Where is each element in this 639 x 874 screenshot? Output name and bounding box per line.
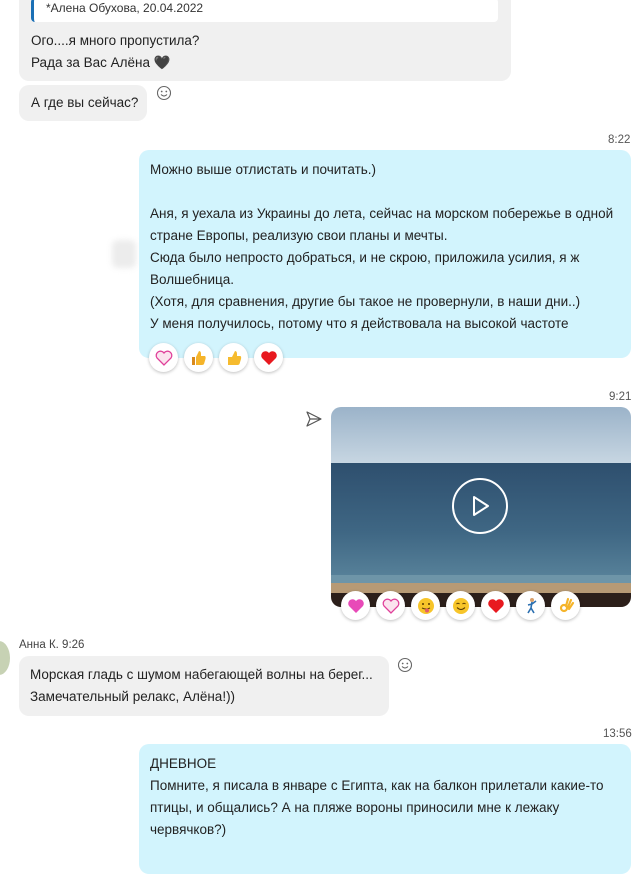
play-button[interactable]	[452, 478, 508, 534]
message-text-line: Волшебница.	[150, 272, 234, 287]
video-message[interactable]	[331, 407, 631, 607]
incoming-message-bubble[interactable]: Морская гладь с шумом набегающей волны н…	[19, 656, 389, 716]
author-and-time: Анна К. 9:26	[19, 639, 85, 651]
incoming-message-bubble[interactable]: А где вы сейчас?	[19, 85, 147, 121]
message-text-line: стране Европы, реализую свои планы и меч…	[150, 228, 448, 243]
message-text-line: Сюда было непросто добраться, и не скрою…	[150, 250, 580, 265]
message-text-line: птицы, и общались? А на пляже вороны при…	[150, 800, 560, 815]
message-time: 9:21	[609, 391, 632, 403]
message-time: 13:56	[603, 728, 632, 740]
message-text-line: Помните, я писала в январе с Египта, как…	[150, 778, 604, 793]
quote-author: *Алена Обухова, 20.04.2022	[46, 1, 204, 15]
message-text-line: Можно выше отлистать и почитать.)	[150, 162, 377, 177]
smiley-outline-icon[interactable]	[396, 656, 414, 674]
heart-eyes-reaction[interactable]	[149, 343, 178, 372]
heart-eyes-reaction[interactable]	[376, 591, 405, 620]
send-arrow-icon[interactable]	[305, 410, 323, 428]
message-text: А где вы сейчас?	[31, 95, 139, 110]
quoted-message[interactable]: *Алена Обухова, 20.04.2022	[31, 0, 498, 22]
play-icon	[473, 496, 489, 516]
avatar[interactable]	[0, 641, 10, 675]
ok-hand-reaction[interactable]	[551, 591, 580, 620]
message-text-line: Ого....я много пропустила?	[31, 33, 200, 48]
heart-reaction[interactable]	[481, 591, 510, 620]
outgoing-message-bubble[interactable]: Можно выше отлистать и почитать.) Аня, я…	[139, 150, 631, 358]
message-text-line: Аня, я уехала из Украины до лета, сейчас…	[150, 206, 614, 221]
incoming-message-bubble[interactable]: *Алена Обухова, 20.04.2022 Ого....я мног…	[19, 0, 511, 81]
message-text-line: Морская гладь с шумом набегающей волны н…	[30, 667, 373, 682]
smile-reaction[interactable]	[446, 591, 475, 620]
message-text-line: (Хотя, для сравнения, другие бы такое не…	[150, 294, 581, 309]
message-text-line: У меня получилось, потому что я действов…	[150, 316, 569, 331]
message-text-line	[150, 181, 613, 203]
message-text-line: ДНЕВНОЕ	[150, 756, 217, 771]
outgoing-message-bubble[interactable]: ДНЕВНОЕ Помните, я писала в январе с Еги…	[139, 744, 631, 874]
tongue-face-reaction[interactable]	[411, 591, 440, 620]
blurred-avatar	[112, 240, 136, 268]
message-text-line: Рада за Вас Алёна 🖤	[31, 55, 171, 70]
heart-reaction[interactable]	[254, 343, 283, 372]
dancer-reaction[interactable]	[516, 591, 545, 620]
message-time: 8:22	[608, 134, 631, 146]
like-reaction[interactable]	[219, 343, 248, 372]
pink-heart-reaction[interactable]	[341, 591, 370, 620]
message-text-line: Замечательный релакс, Алёна!))	[30, 689, 236, 704]
message-text-line: червячков?)	[150, 822, 227, 837]
smiley-outline-icon[interactable]	[155, 84, 173, 102]
thumbs-up-reaction[interactable]	[184, 343, 213, 372]
